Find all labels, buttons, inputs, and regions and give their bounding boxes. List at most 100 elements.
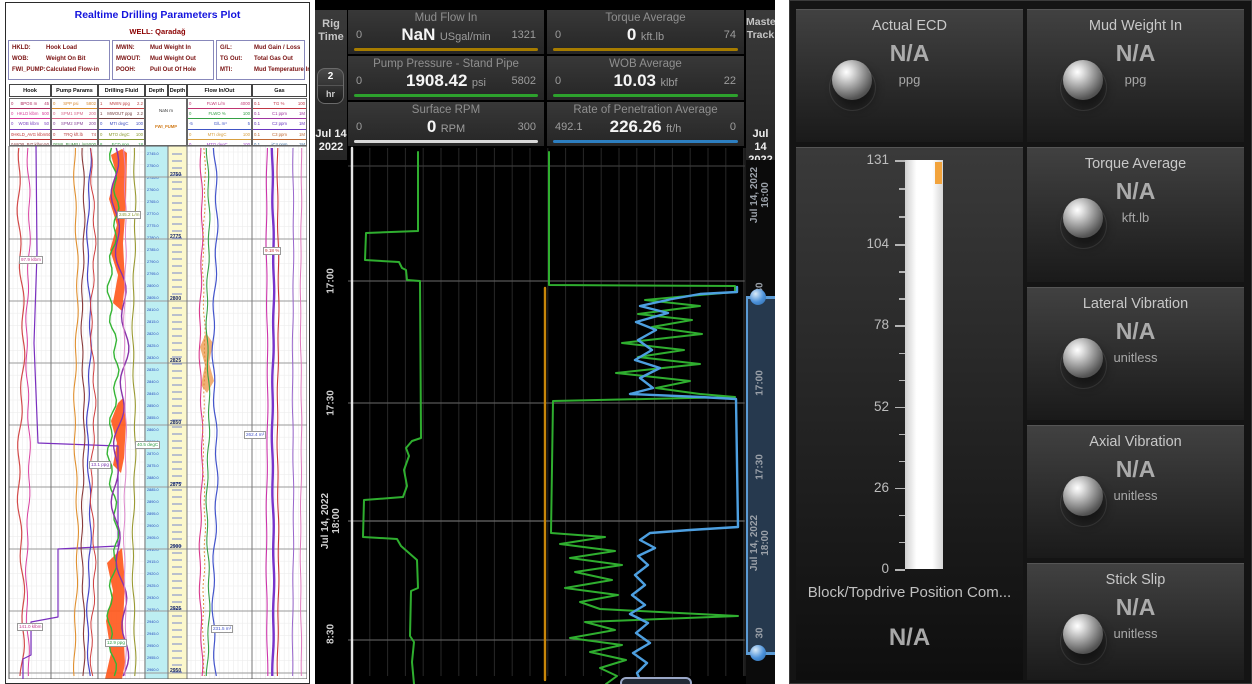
scale-col-hook: 0BPOS m450HKLD klbm5000WOB klbm500HKLD_A…	[9, 98, 51, 146]
svg-text:2870.0: 2870.0	[147, 452, 159, 456]
svg-text:2770.0: 2770.0	[147, 212, 159, 216]
track-header-pump: Pump Params	[51, 84, 98, 97]
plot-annotation: 9.18 %	[263, 247, 281, 255]
pump-note: FWI_PUMP	[146, 124, 186, 129]
track-header-gas: Gas	[252, 84, 307, 97]
plot-annotation: 262.4 m³	[244, 431, 266, 439]
rig-time-track-panel: RigTime 2 hr Jul 142022 MasterTrack Jul …	[315, 0, 775, 684]
well-log-plot: 2745.02750.02755.02760.02765.02770.02775…	[6, 146, 307, 679]
bottom-handle[interactable]	[620, 677, 692, 684]
track-header-depth2: Depth	[168, 84, 187, 97]
svg-text:2895.0: 2895.0	[147, 512, 159, 516]
card-actual-ecd: Actual ECD N/A ppg	[796, 9, 1023, 142]
svg-text:2920.0: 2920.0	[147, 572, 159, 576]
plot-annotation: 97.9 klbm	[19, 256, 43, 264]
gauge-major-tick	[895, 160, 905, 162]
range-handle[interactable]	[750, 289, 766, 305]
time-series-chart	[315, 0, 775, 684]
well-name: WELL: Qaradağ	[6, 27, 309, 36]
svg-text:2850.0: 2850.0	[147, 404, 159, 408]
svg-text:2760.0: 2760.0	[147, 188, 159, 192]
time-axis-label: 8:30	[326, 624, 337, 644]
gauge-minor-tick	[899, 380, 905, 382]
svg-text:2800.0: 2800.0	[147, 284, 159, 288]
gauge-minor-tick	[899, 298, 905, 300]
svg-text:2905.0: 2905.0	[147, 536, 159, 540]
gauge-major-tick	[895, 325, 905, 327]
scale-col-fluid: 1MWIN ppg2.21MWOUT ppg2.20MTI degC1000MT…	[98, 98, 145, 146]
gauge-tick-label: 131	[849, 152, 889, 167]
svg-text:2820.0: 2820.0	[147, 332, 159, 336]
time-axis-label: 17:30	[755, 454, 766, 480]
svg-text:2840.0: 2840.0	[147, 380, 159, 384]
svg-text:2885.0: 2885.0	[147, 488, 159, 492]
gauge-tick-label: 78	[849, 317, 889, 332]
svg-text:2915.0: 2915.0	[147, 560, 159, 564]
svg-text:2790.0: 2790.0	[147, 260, 159, 264]
time-axis-label: 17:00	[755, 370, 766, 396]
gauge-minor-tick	[899, 542, 905, 544]
plot-annotation: 12.9 ppg	[105, 639, 127, 647]
status-panel: Actual ECD N/A ppg Mud Weight In N/A ppg…	[789, 0, 1252, 684]
card-torque-average: Torque Average N/A kft.lb	[1027, 147, 1244, 282]
time-axis-label: Jul 14, 202218:00	[320, 493, 342, 549]
svg-text:2785.0: 2785.0	[147, 248, 159, 252]
scale-col-flow: 0FLWI L/m40000FLWO %100-5G/L m³50MTI deg…	[187, 98, 252, 146]
time-axis-label: 30	[755, 627, 766, 638]
svg-text:2955.0: 2955.0	[147, 656, 159, 660]
status-sphere-icon	[1063, 338, 1103, 378]
svg-text:2860.0: 2860.0	[147, 428, 159, 432]
gauge-major-tick	[895, 488, 905, 490]
status-sphere-icon	[1063, 198, 1103, 238]
gauge-minor-tick	[899, 271, 905, 273]
gauge-major-tick	[895, 569, 905, 571]
svg-text:2765.0: 2765.0	[147, 200, 159, 204]
svg-text:2830.0: 2830.0	[147, 356, 159, 360]
track-header-flow: Flow In/Out	[187, 84, 252, 97]
track-header-fluid: Drilling Fluid	[98, 84, 145, 97]
plot-annotation: 13.1 ppg	[89, 461, 111, 469]
legend-column-2: MWIN:Mud Weight In MWOUT:Mud Weight Out …	[112, 40, 214, 80]
gauge-major-tick	[895, 407, 905, 409]
svg-text:2880.0: 2880.0	[147, 476, 159, 480]
status-sphere-icon	[1063, 476, 1103, 516]
realtime-plot-panel: Realtime Drilling Parameters Plot WELL: …	[5, 2, 310, 684]
plot-annotation: 40.5 degC	[135, 441, 160, 449]
time-axis-label: Jul 14, 202218:00	[749, 515, 771, 571]
svg-text:2745.0: 2745.0	[147, 152, 159, 156]
card-axial-vibration: Axial Vibration N/A unitless	[1027, 425, 1244, 558]
svg-text:2795.0: 2795.0	[147, 272, 159, 276]
plot-annotation: 245.2 L/m	[117, 211, 141, 219]
track-header-hook: Hook	[9, 84, 51, 97]
svg-text:2825.0: 2825.0	[147, 344, 159, 348]
gauge-marker	[935, 162, 942, 184]
gauge-bar-well	[905, 160, 943, 569]
legend-column-1: HKLD:Hook Load WOB:Weight On Bit FWI_PUM…	[8, 40, 110, 80]
svg-text:2855.0: 2855.0	[147, 416, 159, 420]
svg-text:2960.0: 2960.0	[147, 668, 159, 672]
gauge-tick-label: 0	[849, 561, 889, 576]
time-axis-label: Jul 14, 202216:00	[749, 167, 771, 223]
gauge-minor-tick	[899, 188, 905, 190]
master-track-scrollbar[interactable]: Jul 14, 202216:00 30 17:00 17:30 Jul 14, 202…	[746, 160, 775, 684]
depth-note: NaN m	[146, 108, 186, 113]
svg-text:2890.0: 2890.0	[147, 500, 159, 504]
range-handle[interactable]	[750, 645, 766, 661]
gauge-minor-tick	[899, 216, 905, 218]
status-sphere-icon	[1063, 614, 1103, 654]
svg-text:2805.0: 2805.0	[147, 296, 159, 300]
svg-text:2925.0: 2925.0	[147, 584, 159, 588]
plot-annotation: 141.0 klbm	[17, 623, 43, 631]
svg-text:2775.0: 2775.0	[147, 224, 159, 228]
status-sphere-icon	[1063, 60, 1103, 100]
gauge-minor-tick	[899, 515, 905, 517]
svg-text:2835.0: 2835.0	[147, 368, 159, 372]
page-title: Realtime Drilling Parameters Plot	[6, 9, 309, 21]
svg-text:2945.0: 2945.0	[147, 632, 159, 636]
gauge-value: N/A	[796, 624, 1023, 652]
svg-text:2750.0: 2750.0	[147, 164, 159, 168]
card-lateral-vibration: Lateral Vibration N/A unitless	[1027, 287, 1244, 420]
gauge-minor-tick	[899, 461, 905, 463]
gauge-minor-tick	[899, 353, 905, 355]
block-position-gauge: 1311047852260 Block/Topdrive Position Co…	[796, 147, 1023, 680]
